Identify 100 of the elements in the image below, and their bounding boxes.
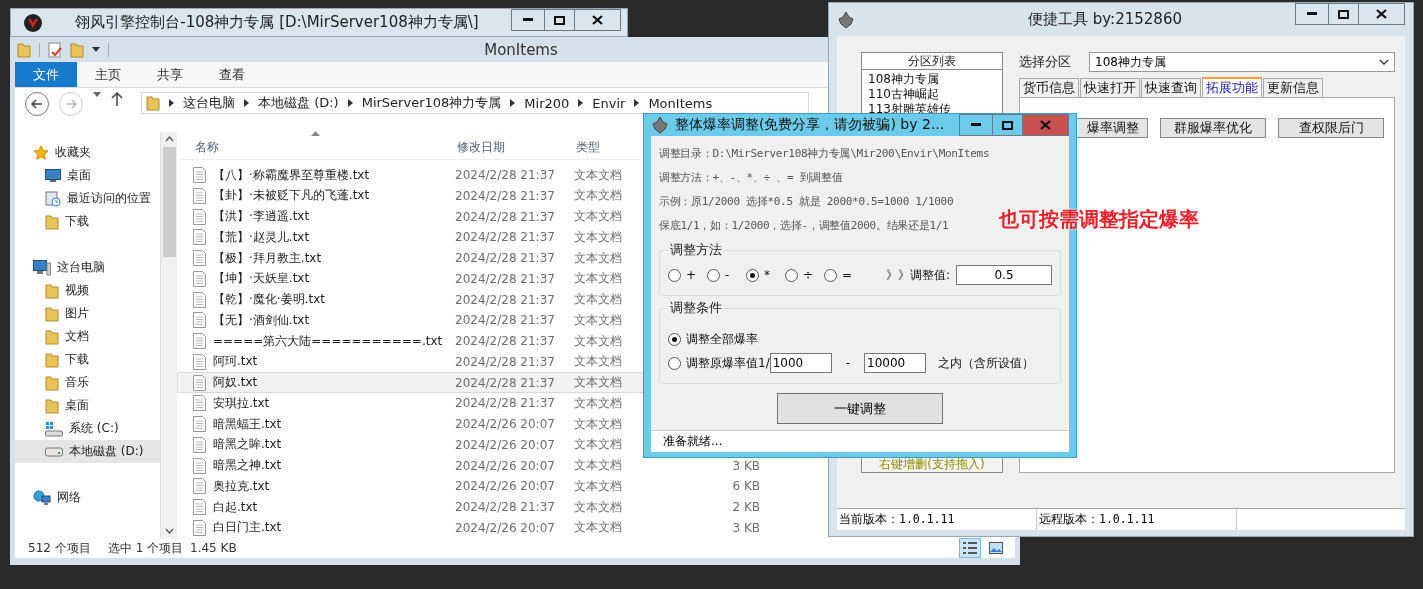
type-cell: 文本文档: [574, 498, 622, 516]
app-icon: [651, 116, 669, 134]
file-name: =====第六大陆===========.txt: [213, 332, 443, 350]
radio-option[interactable]: 调整原爆率值1/: [668, 354, 770, 372]
radio-indicator[interactable]: [668, 332, 681, 346]
radio-option[interactable]: *: [746, 268, 785, 282]
breadcrumb-item[interactable]: 本地磁盘 (D:): [258, 94, 339, 112]
breadcrumb-item[interactable]: MonItems: [648, 95, 713, 111]
sidebar-item[interactable]: 最近访问的位置: [15, 187, 160, 210]
field-label: 》》调整值:: [885, 266, 950, 284]
scrollbar-thumb[interactable]: [162, 147, 176, 257]
sidebar-item[interactable]: 音乐: [15, 371, 160, 394]
range-from-input[interactable]: 1000: [769, 353, 832, 373]
radio-option[interactable]: +: [668, 268, 707, 282]
text-file-icon: [193, 436, 206, 453]
radio-indicator[interactable]: [668, 268, 681, 282]
file-name: 【乾】·魔化·姜明.txt: [213, 291, 325, 308]
action-button[interactable]: 查权限后门: [1278, 118, 1384, 138]
radio-option[interactable]: =: [824, 268, 863, 282]
partition-select[interactable]: 108神力专属: [1089, 52, 1395, 72]
scrollbar[interactable]: [160, 132, 177, 538]
date-cell: 2024/2/28 21:37: [455, 396, 555, 411]
monitor-icon: [45, 168, 61, 183]
sidebar-item[interactable]: 桌面: [15, 164, 160, 187]
radio-option[interactable]: -: [707, 268, 746, 282]
list-item[interactable]: 108神力专属: [868, 72, 996, 87]
maximize-icon: [1338, 9, 1349, 19]
file-row[interactable]: 奥拉克.txt 2024/2/26 20:07 文本文档 6 KB: [177, 475, 817, 497]
ribbon-tab[interactable]: 共享: [139, 62, 201, 87]
type-cell: 文本文档: [574, 477, 622, 495]
range-to-input[interactable]: 10000: [864, 353, 927, 373]
chevron-down-icon: [1379, 59, 1389, 65]
date-cell: 2024/2/26 20:07: [455, 417, 555, 431]
sidebar-item[interactable]: 文档: [15, 325, 160, 348]
maximize-button[interactable]: [1329, 3, 1359, 25]
ribbon-tab[interactable]: 文件: [15, 62, 77, 87]
radio-indicator[interactable]: [707, 268, 720, 282]
type-cell: 文本文档: [574, 291, 622, 308]
sidebar-item[interactable]: 图片: [15, 302, 160, 325]
breadcrumb-item[interactable]: Envir: [592, 95, 626, 111]
date-cell: 2024/2/28 21:37: [455, 292, 555, 307]
minimize-icon: [971, 123, 981, 127]
tab[interactable]: 货币信息: [1019, 78, 1079, 97]
list-item[interactable]: 110古神崛起: [868, 87, 996, 102]
column-header[interactable]: 名称: [195, 138, 457, 156]
value-input[interactable]: 0.5: [956, 265, 1052, 285]
tab[interactable]: 更新信息: [1263, 78, 1323, 97]
radio-indicator[interactable]: [746, 268, 759, 282]
file-name: 【八】·称霸魔界至尊重楼.txt: [213, 166, 370, 184]
maximize-button[interactable]: [545, 9, 575, 31]
maximize-button[interactable]: [993, 114, 1023, 136]
adjust-button[interactable]: 一键调整: [777, 393, 943, 424]
type-cell: 文本文档: [574, 166, 622, 184]
radio-indicator[interactable]: [668, 356, 681, 370]
close-button[interactable]: [1359, 3, 1405, 25]
chevron-right-icon: [634, 99, 640, 107]
sidebar-item[interactable]: 视频: [15, 279, 160, 302]
tab[interactable]: 快速查询: [1141, 78, 1201, 97]
sidebar-item[interactable]: 桌面: [15, 394, 160, 417]
breadcrumb-item[interactable]: MirServer108神力专属: [361, 94, 502, 112]
ribbon-tab[interactable]: 主页: [77, 62, 139, 87]
sidebar-item[interactable]: 下载: [15, 210, 160, 233]
close-button[interactable]: [575, 9, 621, 31]
text-file-icon: [193, 395, 206, 412]
sidebar-item[interactable]: 下载: [15, 348, 160, 371]
radio-option[interactable]: 调整全部爆率: [668, 330, 758, 348]
action-button[interactable]: 群服爆率优化: [1160, 118, 1266, 138]
type-cell: 文本文档: [574, 415, 622, 433]
folder-icon: [146, 95, 160, 111]
column-header[interactable]: 修改日期: [457, 138, 576, 156]
file-row[interactable]: 暗黑之神.txt 2024/2/26 20:07 文本文档 3 KB: [177, 455, 817, 476]
computer-icon: [33, 259, 51, 276]
radio-indicator[interactable]: [785, 268, 798, 282]
minimize-button[interactable]: [511, 9, 545, 31]
back-button[interactable]: [25, 92, 49, 116]
text-file-icon: [193, 270, 206, 287]
list-header: 分区列表: [861, 52, 1003, 70]
sidebar-item[interactable]: 这台电脑: [15, 256, 160, 279]
tab[interactable]: 快速打开: [1080, 78, 1140, 97]
file-row[interactable]: 白日门主.txt 2024/2/26 20:07 文本文档 3 KB: [177, 517, 817, 539]
info-text: 保底1/1，如：1/2000，选择-，调整值2000。结果还是1/1: [659, 218, 949, 234]
radio-option[interactable]: ÷: [785, 268, 824, 282]
minimize-button[interactable]: [1295, 3, 1329, 25]
breadcrumb-item[interactable]: 这台电脑: [183, 94, 235, 112]
breadcrumb-item[interactable]: Mir200: [524, 95, 570, 111]
sidebar-item[interactable]: 本地磁盘 (D:): [15, 440, 160, 463]
details-view-button[interactable]: [959, 538, 981, 558]
sidebar-item[interactable]: 系统 (C:): [15, 417, 160, 440]
status-text: 当前版本：1.0.1.11: [837, 509, 1037, 530]
folder-icon: [45, 351, 59, 368]
tab[interactable]: 拓展功能: [1202, 77, 1262, 98]
file-name: 【无】·酒剑仙.txt: [213, 311, 310, 329]
address-bar[interactable]: 这台电脑 本地磁盘 (D:) MirServer108神力专属 Mir200 Envir MonItems: [141, 92, 809, 114]
sidebar-item[interactable]: 收藏夹: [15, 141, 160, 164]
sidebar-item[interactable]: 网络: [15, 486, 160, 509]
file-row[interactable]: 白起.txt 2024/2/28 21:37 文本文档 2 KB: [177, 496, 817, 518]
caret-down-icon: [93, 92, 101, 97]
radio-indicator[interactable]: [824, 268, 837, 282]
minimize-button[interactable]: [959, 114, 993, 136]
ribbon-tab[interactable]: 查看: [201, 62, 263, 87]
